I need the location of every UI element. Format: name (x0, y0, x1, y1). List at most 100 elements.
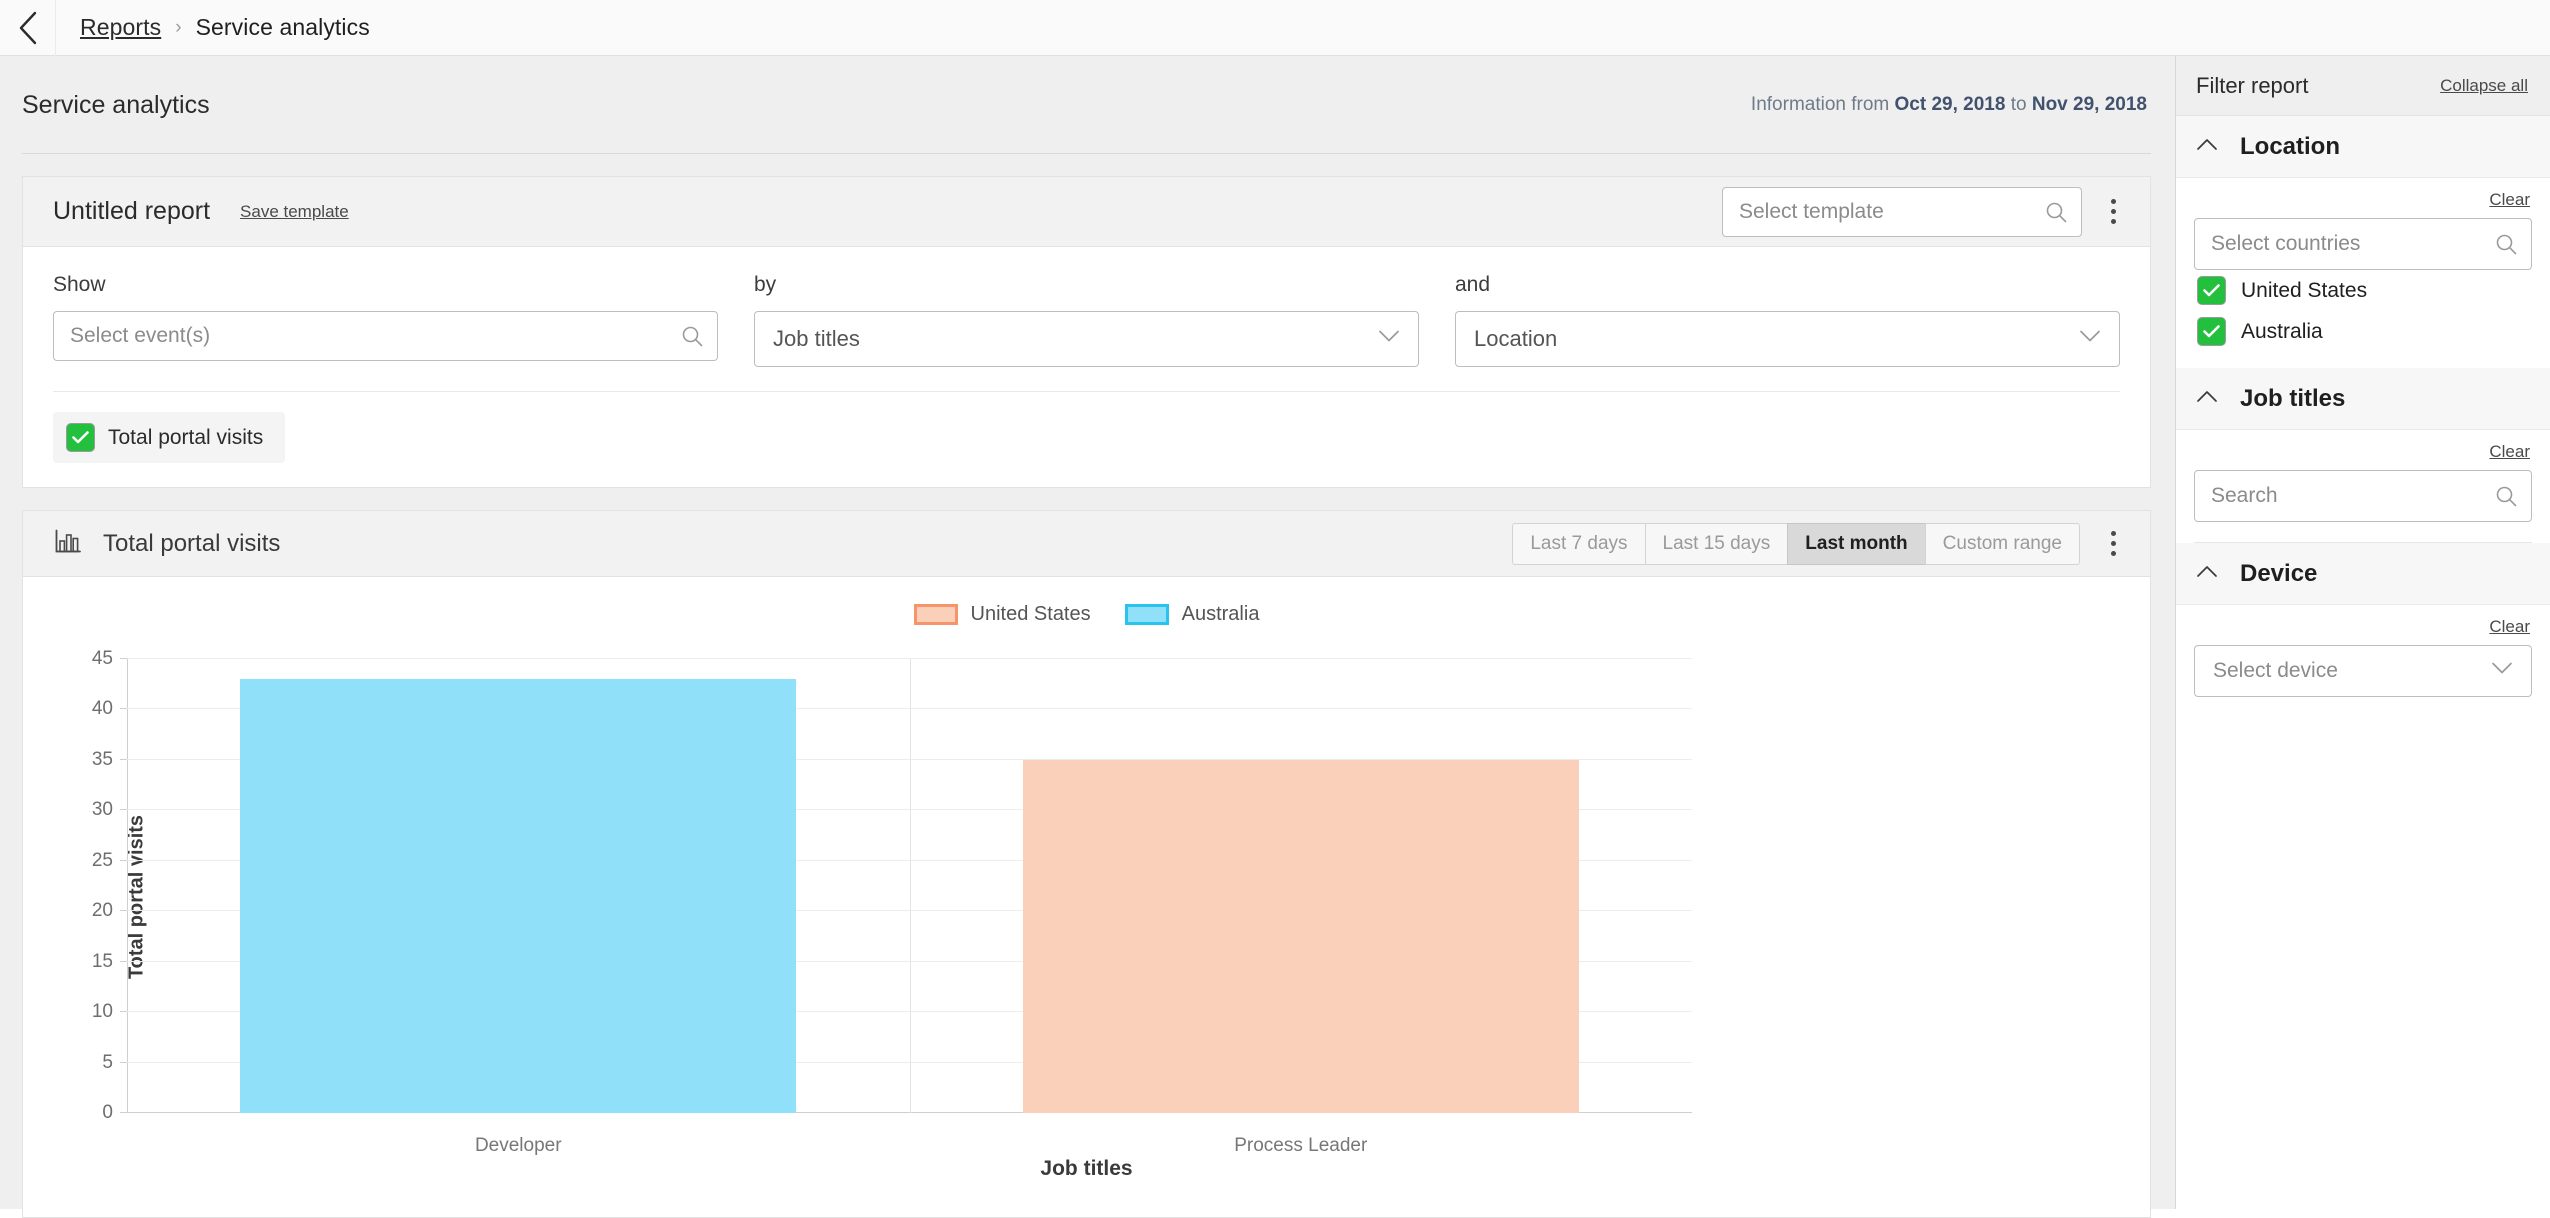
page-title: Service analytics (22, 90, 210, 119)
info-mid: to (2005, 94, 2032, 115)
range-button-last-7-days[interactable]: Last 7 days (1512, 522, 1646, 565)
job-titles-dropdown[interactable]: Job titles (754, 311, 1419, 367)
main-content: Service analytics Information from Oct 2… (0, 56, 2175, 1218)
kebab-dot (2110, 541, 2116, 546)
legend-swatch (913, 604, 958, 625)
search-icon (681, 325, 703, 347)
select-events-placeholder: Select event(s) (70, 324, 211, 347)
date-range-button-group: Last 7 days Last 15 days Last month Cust… (1512, 522, 2080, 565)
legend-label: United States (970, 603, 1091, 625)
bar-chart-icon (55, 529, 81, 558)
back-button[interactable] (0, 0, 56, 56)
breadcrumb-current: Service analytics (195, 14, 370, 40)
y-axis-line (127, 659, 128, 1113)
report-card-menu-button[interactable] (2096, 191, 2130, 233)
filter-section-location-body: Clear Select countries United States Aus… (2176, 178, 2550, 368)
selected-metrics-chips: Total portal visits (53, 392, 2120, 487)
kebab-dot (2110, 551, 2116, 556)
field-by: by Job titles (754, 273, 1419, 367)
chip-label: Total portal visits (108, 425, 264, 449)
legend-item-united-states[interactable]: United States (913, 603, 1091, 626)
chevron-down-icon (2491, 662, 2513, 681)
select-events-input[interactable]: Select event(s) (53, 311, 718, 361)
report-builder-card: Untitled report Save template Select tem… (22, 176, 2151, 488)
legend-swatch (1124, 604, 1169, 625)
search-icon (2495, 485, 2517, 507)
y-axis-tick-mark (120, 1011, 127, 1013)
breadcrumb-separator-icon: › (175, 16, 182, 38)
y-axis-tick-mark (120, 910, 127, 912)
clear-link-device[interactable]: Clear (2489, 617, 2530, 637)
legend-label: Australia (1181, 603, 1260, 625)
clear-link-job-titles[interactable]: Clear (2489, 442, 2530, 462)
filter-panel: Filter report Collapse all Location Clea… (2175, 56, 2550, 1209)
field-show: Show Select event(s) (53, 273, 718, 367)
y-axis-tick: 0 (102, 1102, 113, 1123)
select-device-dropdown[interactable]: Select device (2194, 645, 2532, 697)
x-axis-tick: Developer (474, 1135, 562, 1156)
filter-section-device-header[interactable]: Device (2176, 543, 2550, 605)
plot-canvas: 0 5 10 15 20 25 30 35 40 45 Developer Process Leade… (92, 648, 1692, 1156)
chevron-left-icon (17, 11, 39, 45)
search-icon (2495, 233, 2517, 255)
field-show-label: Show (53, 273, 106, 296)
breadcrumb-link-reports[interactable]: Reports (80, 14, 161, 41)
range-button-last-month[interactable]: Last month (1787, 522, 1926, 565)
filter-option-united-states[interactable]: United States (2194, 270, 2532, 311)
checkmark-icon[interactable] (2198, 277, 2225, 304)
select-template-input[interactable]: Select template (1722, 186, 2082, 237)
y-axis-tick: 15 (91, 950, 113, 972)
y-axis-tick: 5 (102, 1051, 113, 1073)
y-axis-tick-mark (120, 859, 127, 861)
top-breadcrumb-bar: Reports › Service analytics (0, 0, 2550, 56)
chip-total-portal-visits[interactable]: Total portal visits (53, 412, 286, 463)
breadcrumb: Reports › Service analytics (80, 14, 370, 41)
information-date-range: Information from Oct 29, 2018 to Nov 29,… (1751, 94, 2151, 116)
chart-card-menu-button[interactable] (2096, 523, 2130, 565)
x-axis-tick: Process Leader (1234, 1135, 1368, 1156)
filter-section-device: Device Clear Select device (2176, 543, 2550, 713)
collapse-all-link[interactable]: Collapse all (2440, 76, 2528, 96)
checkmark-icon[interactable] (2198, 318, 2225, 345)
select-countries-placeholder: Select countries (2211, 232, 2361, 255)
clear-link-location[interactable]: Clear (2489, 190, 2530, 210)
save-template-link[interactable]: Save template (240, 202, 349, 222)
job-titles-search-input[interactable]: Search (2194, 470, 2532, 522)
chart-card: Total portal visits Last 7 days Last 15 … (22, 510, 2151, 1218)
chart-title: Total portal visits (103, 529, 281, 557)
info-date-to: Nov 29, 2018 (2031, 94, 2147, 115)
y-axis-tick-mark (120, 960, 127, 962)
filter-panel-header: Filter report Collapse all (2176, 56, 2550, 116)
legend-item-australia[interactable]: Australia (1124, 603, 1260, 626)
filter-section-location: Location Clear Select countries United S… (2176, 116, 2550, 368)
select-countries-input[interactable]: Select countries (2194, 218, 2532, 270)
y-axis-tick: 45 (91, 648, 113, 669)
info-prefix: Information from (1750, 94, 1895, 115)
filter-option-label: United States (2241, 278, 2368, 302)
filter-section-title: Device (2240, 559, 2318, 587)
chart-bar[interactable] (240, 679, 797, 1113)
filter-panel-title: Filter report (2196, 72, 2309, 98)
filter-section-job-titles-body: Clear Search (2176, 430, 2550, 538)
filter-section-location-header[interactable]: Location (2176, 116, 2550, 178)
filter-section-job-titles-header[interactable]: Job titles (2176, 368, 2550, 430)
range-button-last-15-days[interactable]: Last 15 days (1644, 522, 1789, 565)
category-divider (909, 659, 911, 1113)
field-and: and Location (1455, 273, 2120, 367)
y-axis-tick-mark (120, 708, 127, 710)
report-title: Untitled report (53, 197, 211, 225)
field-and-label: and (1455, 273, 1491, 296)
header-divider (22, 153, 2151, 154)
location-dropdown[interactable]: Location (1455, 311, 2120, 367)
y-axis-tick: 40 (91, 698, 113, 720)
range-button-custom-range[interactable]: Custom range (1924, 522, 2080, 565)
chart-bar[interactable] (1022, 759, 1579, 1113)
x-axis-label: Job titles (1040, 1157, 1133, 1180)
y-axis-tick-mark (120, 658, 127, 659)
info-date-from: Oct 29, 2018 (1894, 94, 2006, 115)
search-icon (2045, 201, 2067, 223)
y-axis-tick-mark (120, 1061, 127, 1063)
filter-option-australia[interactable]: Australia (2194, 311, 2532, 352)
y-axis-tick: 20 (91, 900, 113, 922)
checkmark-icon[interactable] (67, 424, 94, 451)
